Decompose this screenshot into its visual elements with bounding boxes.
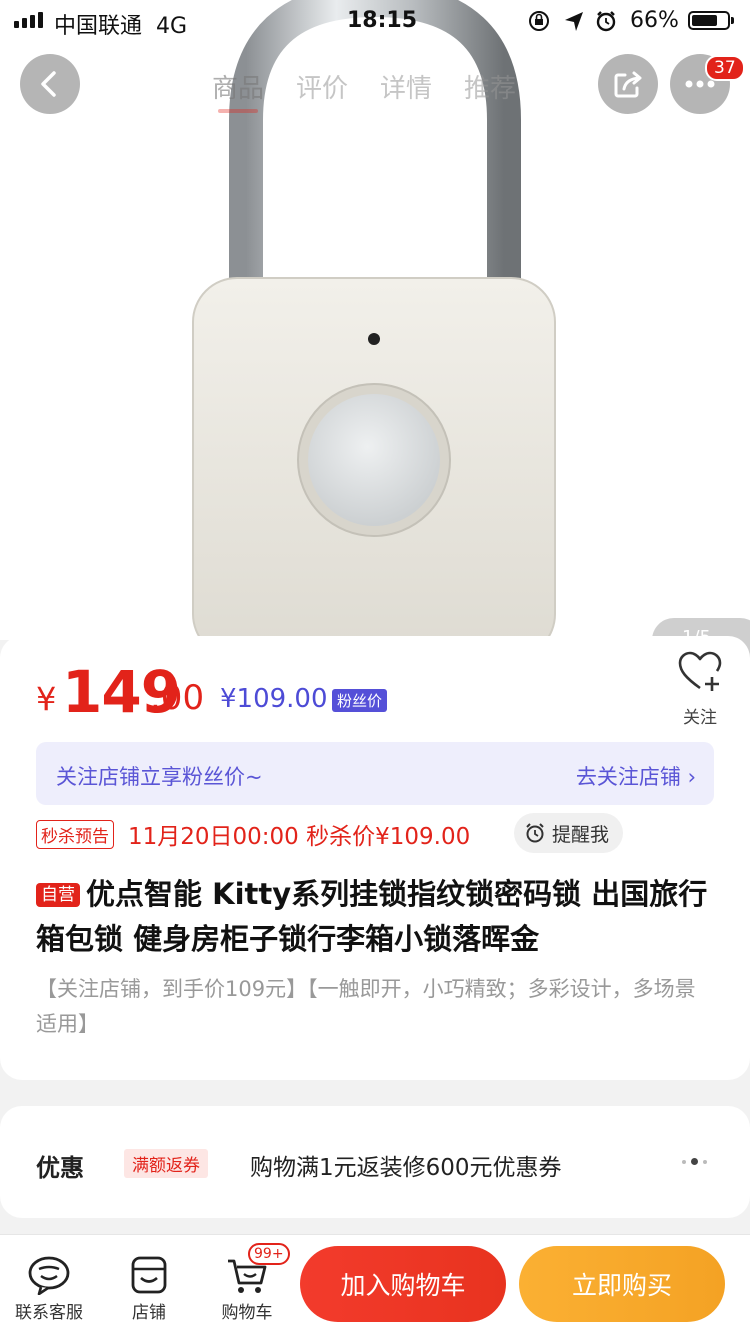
product-subtitle: 【关注店铺，到手价109元】【一触即开，小巧精致；多彩设计，多场景适用】: [36, 977, 696, 1036]
carrier-name: 中国联通: [54, 14, 143, 39]
more-icon: [685, 80, 715, 88]
remind-me-label: 提醒我: [552, 823, 610, 846]
back-icon: [41, 71, 56, 97]
share-icon: [614, 71, 642, 98]
remind-me-button[interactable]: 提醒我: [514, 813, 624, 853]
chat-bubble-icon: [28, 1256, 70, 1295]
add-to-cart-button[interactable]: 加入购物车: [300, 1246, 506, 1322]
header-tabs: 商品 评价 详情 推荐: [212, 68, 516, 113]
cart-count-badge: 99+: [248, 1243, 290, 1265]
fan-price-tag: 粉丝价: [332, 689, 388, 712]
discount-tag: 满额返券: [124, 1149, 208, 1178]
buy-now-button[interactable]: 立即购买: [519, 1246, 725, 1322]
more-dots-icon[interactable]: [682, 1158, 707, 1165]
customer-service-label: 联系客服: [15, 1303, 83, 1323]
go-follow-shop-link[interactable]: 去关注店铺: [576, 765, 681, 789]
follow-shop-banner[interactable]: 关注店铺立享粉丝价~ 去关注店铺 ›: [36, 742, 714, 805]
price-currency: ¥: [36, 680, 57, 718]
follow-label: 关注: [683, 708, 717, 728]
back-button[interactable]: [20, 54, 80, 114]
cart-label: 购物车: [221, 1303, 273, 1323]
share-button[interactable]: [598, 54, 658, 114]
shop-button[interactable]: 店铺: [107, 1252, 191, 1323]
tab-details[interactable]: 详情: [380, 68, 432, 105]
status-bar: 中国联通 4G 18:15 66%: [0, 0, 750, 40]
battery-icon: [688, 11, 730, 30]
product-title: 自营 优点智能 Kitty系列挂锁指纹锁密码锁 出国旅行箱包锁 健身房柜子锁行李箱…: [36, 872, 716, 962]
chevron-right-icon: ›: [687, 765, 696, 789]
discount-text: 购物满1元返装修600元优惠券: [250, 1155, 562, 1181]
fan-price: ¥109.00: [220, 684, 328, 714]
follow-button[interactable]: 关注: [672, 650, 728, 728]
network-type: 4G: [156, 14, 188, 39]
message-badge: 37: [705, 55, 745, 81]
signal-icon: [14, 12, 43, 28]
status-time: 18:15: [347, 8, 418, 33]
shop-icon: [131, 1256, 167, 1294]
product-title-text: 优点智能 Kitty系列挂锁指纹锁密码锁 出国旅行箱包锁 健身房柜子锁行李箱小锁…: [36, 877, 708, 956]
discount-label: 优惠: [36, 1154, 84, 1182]
seckill-preview-tag: 秒杀预告: [36, 820, 114, 849]
alarm-clock-icon: [526, 823, 544, 843]
tab-product[interactable]: 商品: [212, 68, 264, 113]
alarm-icon: [596, 11, 616, 32]
seckill-info: 11月20日00:00 秒杀价¥109.00: [128, 824, 471, 850]
status-icons: [529, 11, 616, 32]
banner-text: 关注店铺立享粉丝价~: [56, 765, 263, 789]
heart-plus-icon: [678, 651, 722, 691]
shop-label: 店铺: [132, 1303, 166, 1323]
tab-reviews[interactable]: 评价: [296, 68, 348, 105]
customer-service-button[interactable]: 联系客服: [7, 1252, 91, 1323]
battery-percent: 66%: [630, 8, 679, 33]
tab-recommend[interactable]: 推荐: [464, 68, 516, 105]
self-operated-tag: 自营: [36, 883, 80, 907]
location-arrow-icon: [565, 12, 583, 31]
orientation-lock-icon: [529, 11, 549, 31]
price-decimal: .00: [150, 678, 205, 718]
